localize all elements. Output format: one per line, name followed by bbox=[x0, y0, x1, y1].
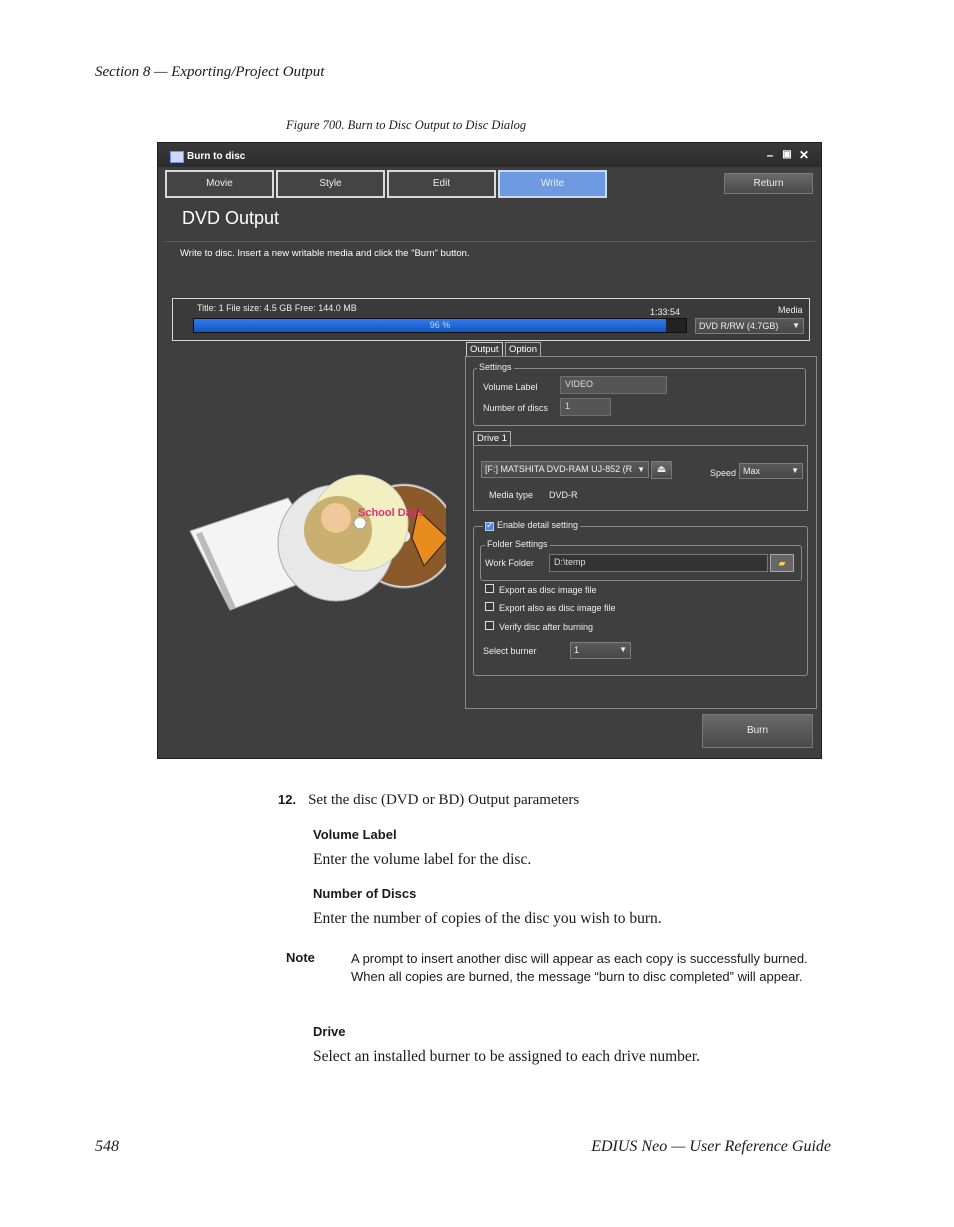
export-image-label: Export as disc image file bbox=[499, 585, 597, 595]
heading-number-of-discs: Number of Discs bbox=[313, 886, 417, 901]
return-button[interactable]: Return bbox=[724, 173, 813, 194]
burn-button[interactable]: Burn bbox=[702, 714, 813, 748]
step-number: 12. bbox=[278, 792, 297, 807]
tab-write[interactable]: Write bbox=[498, 170, 607, 198]
step-text: Set the disc (DVD or BD) Output paramete… bbox=[308, 792, 580, 808]
media-select[interactable]: DVD R/RW (4.7GB) ▼ bbox=[695, 318, 804, 334]
instruction-message: Write to disc. Insert a new writable med… bbox=[180, 248, 470, 259]
chevron-down-icon: ▼ bbox=[637, 465, 645, 474]
media-select-value: DVD R/RW (4.7GB) bbox=[699, 321, 779, 331]
volume-label-input[interactable]: VIDEO bbox=[560, 376, 667, 394]
export-image-checkbox[interactable] bbox=[485, 584, 494, 593]
heading-volume-label: Volume Label bbox=[313, 827, 397, 842]
enable-detail-label: Enable detail setting bbox=[483, 520, 581, 530]
note-label: Note bbox=[286, 950, 315, 965]
drive-select[interactable]: [F:] MATSHITA DVD-RAM UJ-852 (R ▼ bbox=[481, 461, 649, 478]
maximize-icon[interactable]: ▣ bbox=[781, 149, 793, 161]
select-burner-value: 1 bbox=[574, 645, 580, 655]
tab-style[interactable]: Style bbox=[276, 170, 385, 198]
settings-group-label: Settings bbox=[477, 362, 514, 372]
num-discs-input[interactable]: 1 bbox=[560, 398, 611, 416]
enable-detail-checkbox[interactable] bbox=[485, 520, 494, 531]
select-burner-label: Select burner bbox=[483, 646, 537, 656]
drive-select-value: [F:] MATSHITA DVD-RAM UJ-852 (R bbox=[485, 464, 633, 474]
para-drive: Select an installed burner to be assigne… bbox=[313, 1048, 700, 1065]
tab-edit[interactable]: Edit bbox=[387, 170, 496, 198]
burn-to-disc-dialog: Burn to disc – ▣ ✕ Movie Style Edit Writ… bbox=[157, 142, 822, 759]
page-title: DVD Output bbox=[182, 208, 280, 228]
progress-percent: 96 % bbox=[429, 320, 451, 330]
title-bar: Burn to disc – ▣ ✕ bbox=[158, 143, 821, 167]
elapsed-time: 1:33:54 bbox=[650, 307, 681, 317]
step-12: 12. Set the disc (DVD or BD) Output param… bbox=[278, 792, 579, 809]
heading-drive: Drive bbox=[313, 1024, 346, 1039]
speed-label: Speed bbox=[710, 468, 737, 478]
media-type-value: DVD-R bbox=[549, 490, 578, 500]
media-type-label: Media type bbox=[489, 490, 534, 500]
divider bbox=[164, 241, 815, 242]
close-icon[interactable]: ✕ bbox=[798, 149, 810, 161]
export-also-checkbox[interactable] bbox=[485, 602, 494, 611]
chevron-down-icon: ▼ bbox=[791, 466, 799, 475]
select-burner-select[interactable]: 1 ▼ bbox=[570, 642, 631, 659]
disc-illustration: School Days bbox=[189, 474, 446, 611]
export-also-label: Export also as disc image file bbox=[499, 603, 616, 613]
work-folder-label: Work Folder bbox=[485, 558, 534, 568]
num-discs-label: Number of discs bbox=[483, 403, 549, 413]
app-icon bbox=[170, 151, 184, 163]
eject-icon: ⏏ bbox=[656, 464, 667, 475]
section-header: Section 8 — Exporting/Project Output bbox=[95, 64, 325, 80]
tab-output[interactable]: Output bbox=[466, 342, 503, 357]
media-label: Media bbox=[778, 305, 803, 315]
para-volume-label: Enter the volume label for the disc. bbox=[313, 851, 532, 868]
progress-bar: 96 % bbox=[193, 318, 687, 333]
verify-label: Verify disc after burning bbox=[499, 622, 594, 632]
tab-option[interactable]: Option bbox=[505, 342, 541, 357]
progress-box: Title: 1 File size: 4.5 GB Free: 144.0 M… bbox=[172, 298, 810, 341]
browse-folder-button[interactable]: ▰ bbox=[770, 554, 794, 572]
para-number-of-discs: Enter the number of copies of the disc y… bbox=[313, 910, 662, 927]
file-info: Title: 1 File size: 4.5 GB Free: 144.0 M… bbox=[197, 303, 357, 313]
page-number: 548 bbox=[95, 1138, 119, 1155]
folder-icon: ▰ bbox=[778, 558, 786, 568]
chevron-down-icon: ▼ bbox=[792, 321, 800, 330]
note-text: A prompt to insert another disc will app… bbox=[351, 951, 808, 984]
speed-select-value: Max bbox=[743, 466, 761, 476]
minimize-icon[interactable]: – bbox=[764, 149, 776, 161]
disc-graphic-text: School Days bbox=[358, 507, 424, 519]
speed-select[interactable]: Max ▼ bbox=[739, 463, 803, 479]
tab-movie[interactable]: Movie bbox=[165, 170, 274, 198]
dialog-title: Burn to disc bbox=[187, 151, 246, 162]
eject-button[interactable]: ⏏ bbox=[651, 461, 672, 479]
work-folder-input[interactable]: D:\temp bbox=[549, 554, 768, 572]
verify-checkbox[interactable] bbox=[485, 621, 494, 630]
figure-caption: Figure 700. Burn to Disc Output to Disc … bbox=[286, 118, 527, 132]
volume-label-label: Volume Label bbox=[483, 382, 538, 392]
chevron-down-icon: ▼ bbox=[619, 645, 627, 654]
folder-settings-label: Folder Settings bbox=[485, 539, 550, 549]
footer-title: EDIUS Neo — User Reference Guide bbox=[591, 1138, 831, 1155]
